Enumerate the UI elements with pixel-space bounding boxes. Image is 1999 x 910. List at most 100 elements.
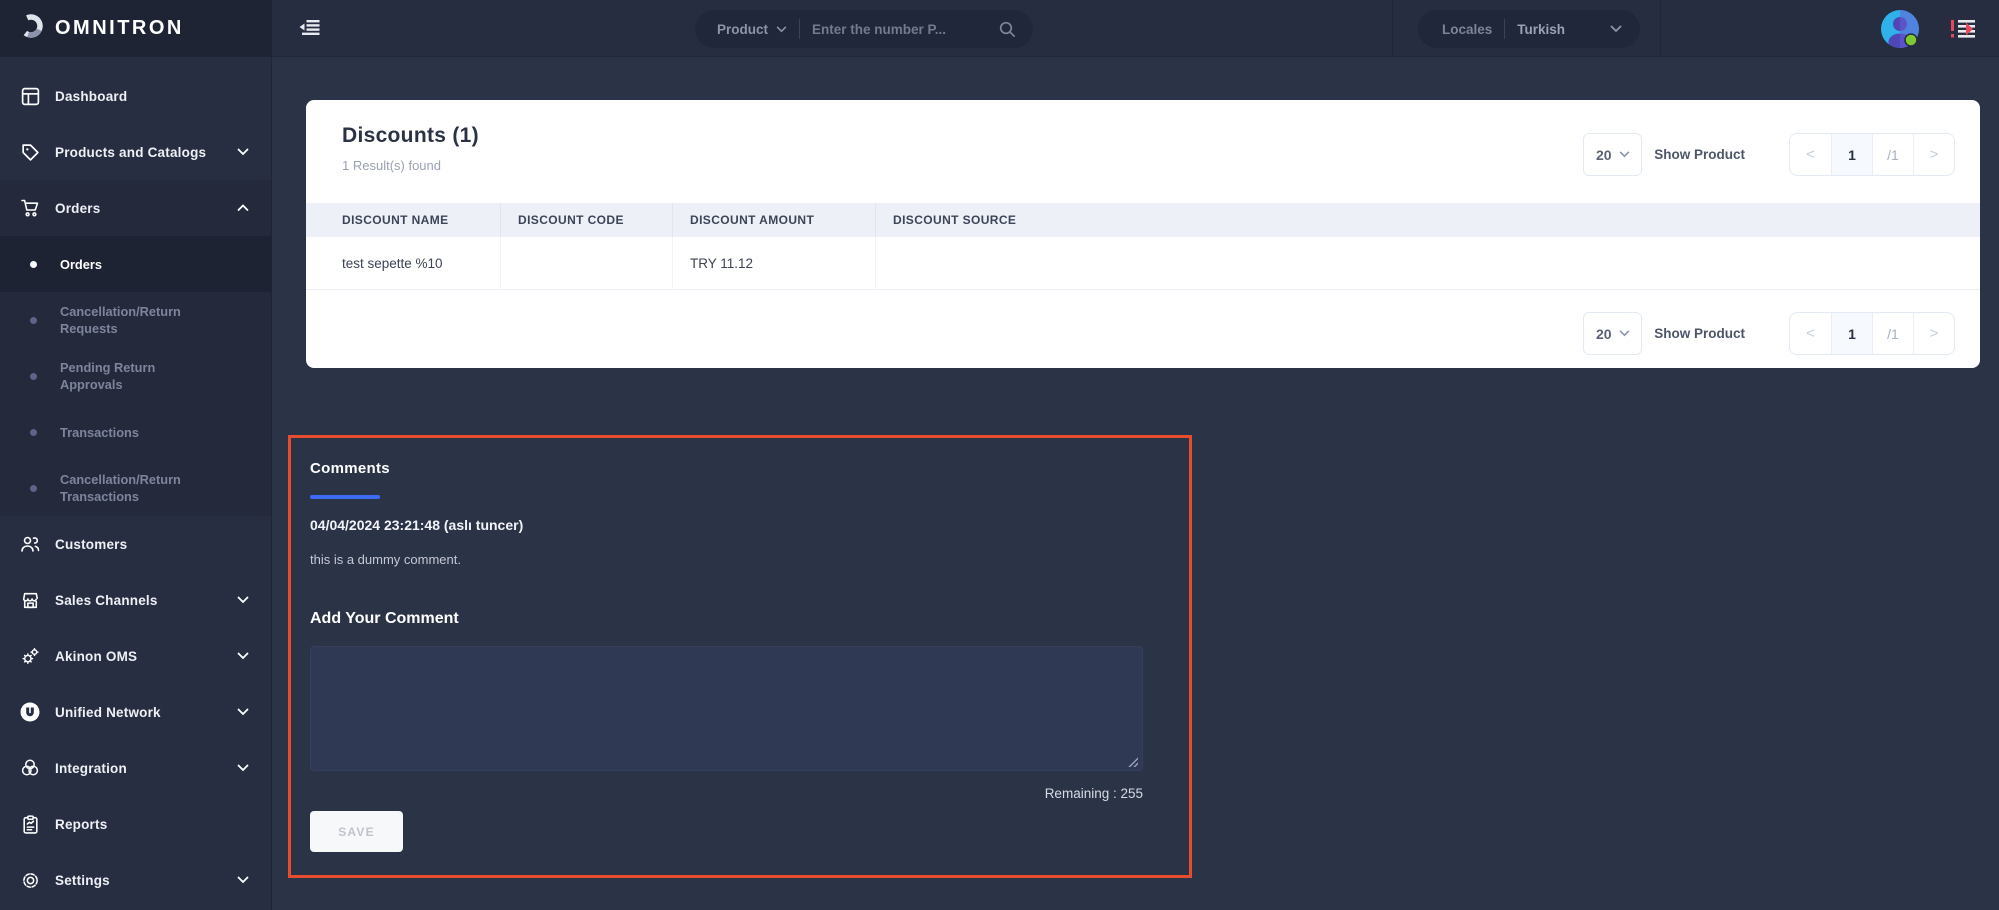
- prev-page-button[interactable]: <: [1790, 134, 1831, 175]
- sidebar-subitem-transactions[interactable]: Transactions: [0, 404, 271, 460]
- sidebar-subitem-label: Cancellation/Return Requests: [60, 304, 181, 336]
- sidebar-item-dashboard[interactable]: Dashboard: [0, 68, 271, 124]
- comment-text: this is a dummy comment.: [310, 552, 461, 567]
- cell-discount-name: test sepette %10: [342, 255, 443, 271]
- divider: [799, 19, 801, 39]
- chevron-down-icon: [776, 26, 787, 33]
- bullet-icon: [30, 428, 37, 436]
- table-header-row: DISCOUNT NAME DISCOUNT CODE DISCOUNT AMO…: [306, 203, 1980, 237]
- sidebar-subitem-label: Pending Return Approvals: [60, 360, 156, 392]
- sidebar-subitem-orders[interactable]: Orders: [0, 236, 271, 292]
- reports-icon: [18, 814, 42, 835]
- show-product-label: Show Product: [1654, 147, 1745, 162]
- search-icon[interactable]: [998, 20, 1017, 39]
- show-product-label: Show Product: [1654, 326, 1745, 341]
- current-page[interactable]: 1: [1831, 313, 1872, 354]
- sidebar-item-reports[interactable]: Reports: [0, 796, 271, 852]
- sidebar: OMNITRON Dashboard Products and Catalogs…: [0, 0, 272, 910]
- page-size-select[interactable]: 20: [1583, 312, 1643, 355]
- chevron-down-icon: [237, 871, 249, 889]
- save-button[interactable]: SAVE: [310, 811, 403, 852]
- sidebar-item-sales-channels[interactable]: Sales Channels: [0, 572, 271, 628]
- announcements-icon[interactable]: [1948, 17, 1978, 41]
- sidebar-item-label: Orders: [55, 200, 101, 216]
- sidebar-item-label: Integration: [55, 760, 127, 776]
- dashboard-icon: [18, 86, 42, 107]
- sidebar-item-customers[interactable]: Customers: [0, 516, 271, 572]
- bullet-icon: [30, 316, 37, 324]
- next-page-button[interactable]: >: [1913, 134, 1954, 175]
- table-row[interactable]: test sepette %10 TRY 11.12: [306, 237, 1980, 290]
- gears-icon: [18, 646, 42, 667]
- omnitron-logo-icon: [18, 13, 44, 44]
- page-size-value: 20: [1595, 146, 1612, 163]
- logo[interactable]: OMNITRON: [0, 0, 271, 57]
- active-tab-indicator: [310, 495, 380, 499]
- sidebar-subitem-label: Cancellation/Return Transactions: [60, 472, 181, 504]
- chevron-down-icon: [237, 759, 249, 777]
- search-category-select[interactable]: Product: [717, 22, 768, 37]
- people-icon: [18, 533, 42, 555]
- chevron-down-icon: [237, 647, 249, 665]
- app-root: OMNITRON Dashboard Products and Catalogs…: [0, 0, 1999, 910]
- sidebar-subitem-label: Transactions: [60, 424, 139, 440]
- sidebar-item-label: Products and Catalogs: [55, 144, 207, 160]
- results-count: 1 Result(s) found: [342, 158, 441, 173]
- chevron-up-icon: [237, 199, 249, 217]
- sidebar-item-unified-network[interactable]: Unified Network: [0, 684, 271, 740]
- main-content: Discounts (1) 1 Result(s) found 20 Show …: [272, 57, 1999, 910]
- page-size-select[interactable]: 20: [1583, 133, 1643, 176]
- sidebar-item-akinon-oms[interactable]: Akinon OMS: [0, 628, 271, 684]
- sidebar-item-label: Akinon OMS: [55, 648, 138, 664]
- cart-icon: [18, 197, 42, 219]
- current-page[interactable]: 1: [1831, 134, 1872, 175]
- global-search: Product Enter the number P...: [695, 10, 1033, 48]
- settings-icon: [18, 870, 42, 891]
- pagination-bottom: 20 Show Product < 1 /1 >: [1583, 312, 1955, 355]
- sidebar-item-label: Dashboard: [55, 88, 128, 104]
- chevron-down-icon: [237, 591, 249, 609]
- next-page-button[interactable]: >: [1913, 313, 1954, 354]
- cell-discount-code: [500, 237, 672, 289]
- cell-discount-amount: TRY 11.12: [672, 237, 875, 289]
- search-input[interactable]: Enter the number P...: [812, 22, 998, 37]
- sidebar-subitem-cancellation-return-transactions[interactable]: Cancellation/Return Transactions: [0, 460, 271, 516]
- sidebar-item-settings[interactable]: Settings: [0, 852, 271, 908]
- total-pages: /1: [1872, 134, 1913, 175]
- user-avatar[interactable]: [1880, 9, 1920, 49]
- cell-discount-source: [875, 237, 1980, 289]
- column-header: DISCOUNT SOURCE: [875, 203, 1980, 237]
- bullet-icon: [30, 484, 37, 492]
- sidebar-item-label: Unified Network: [55, 704, 161, 720]
- sidebar-item-products-and-catalogs[interactable]: Products and Catalogs: [0, 124, 271, 180]
- column-header: DISCOUNT AMOUNT: [672, 203, 875, 237]
- prev-page-button[interactable]: <: [1790, 313, 1831, 354]
- comment-textarea[interactable]: [310, 646, 1143, 771]
- divider: [1660, 0, 1661, 57]
- sidebar-item-label: Settings: [55, 872, 110, 888]
- bullet-icon: [30, 260, 37, 268]
- sidebar-item-orders[interactable]: Orders: [0, 180, 271, 236]
- page-title: Discounts (1): [342, 124, 479, 147]
- locales-select[interactable]: Locales Turkish: [1418, 10, 1640, 48]
- app-title: OMNITRON: [55, 17, 184, 39]
- sidebar-subitem-cancellation-return-requests[interactable]: Cancellation/Return Requests: [0, 292, 271, 348]
- bullet-icon: [30, 372, 37, 380]
- chevron-down-icon: [1619, 330, 1629, 337]
- sidebar-item-integration[interactable]: Integration: [0, 740, 271, 796]
- sidebar-subitem-pending-return-approvals[interactable]: Pending Return Approvals: [0, 348, 271, 404]
- column-header: DISCOUNT NAME: [342, 213, 449, 227]
- topbar: Product Enter the number P... Locales Tu…: [272, 0, 1999, 57]
- divider: [1504, 19, 1506, 39]
- column-header: DISCOUNT CODE: [500, 203, 672, 237]
- add-comment-label: Add Your Comment: [310, 610, 459, 627]
- comments-section: Comments 04/04/2024 23:21:48 (aslı tunce…: [288, 435, 1192, 878]
- comment-meta: 04/04/2024 23:21:48 (aslı tuncer): [310, 517, 524, 533]
- collapse-sidebar-icon[interactable]: [296, 15, 324, 41]
- total-pages: /1: [1872, 313, 1913, 354]
- integration-icon: [18, 757, 42, 779]
- tab-comments[interactable]: Comments: [310, 460, 390, 477]
- sidebar-nav: Dashboard Products and Catalogs Orders O…: [0, 57, 271, 908]
- discounts-table: DISCOUNT NAME DISCOUNT CODE DISCOUNT AMO…: [306, 203, 1980, 290]
- pagination-top: 20 Show Product < 1 /1 >: [1583, 133, 1955, 176]
